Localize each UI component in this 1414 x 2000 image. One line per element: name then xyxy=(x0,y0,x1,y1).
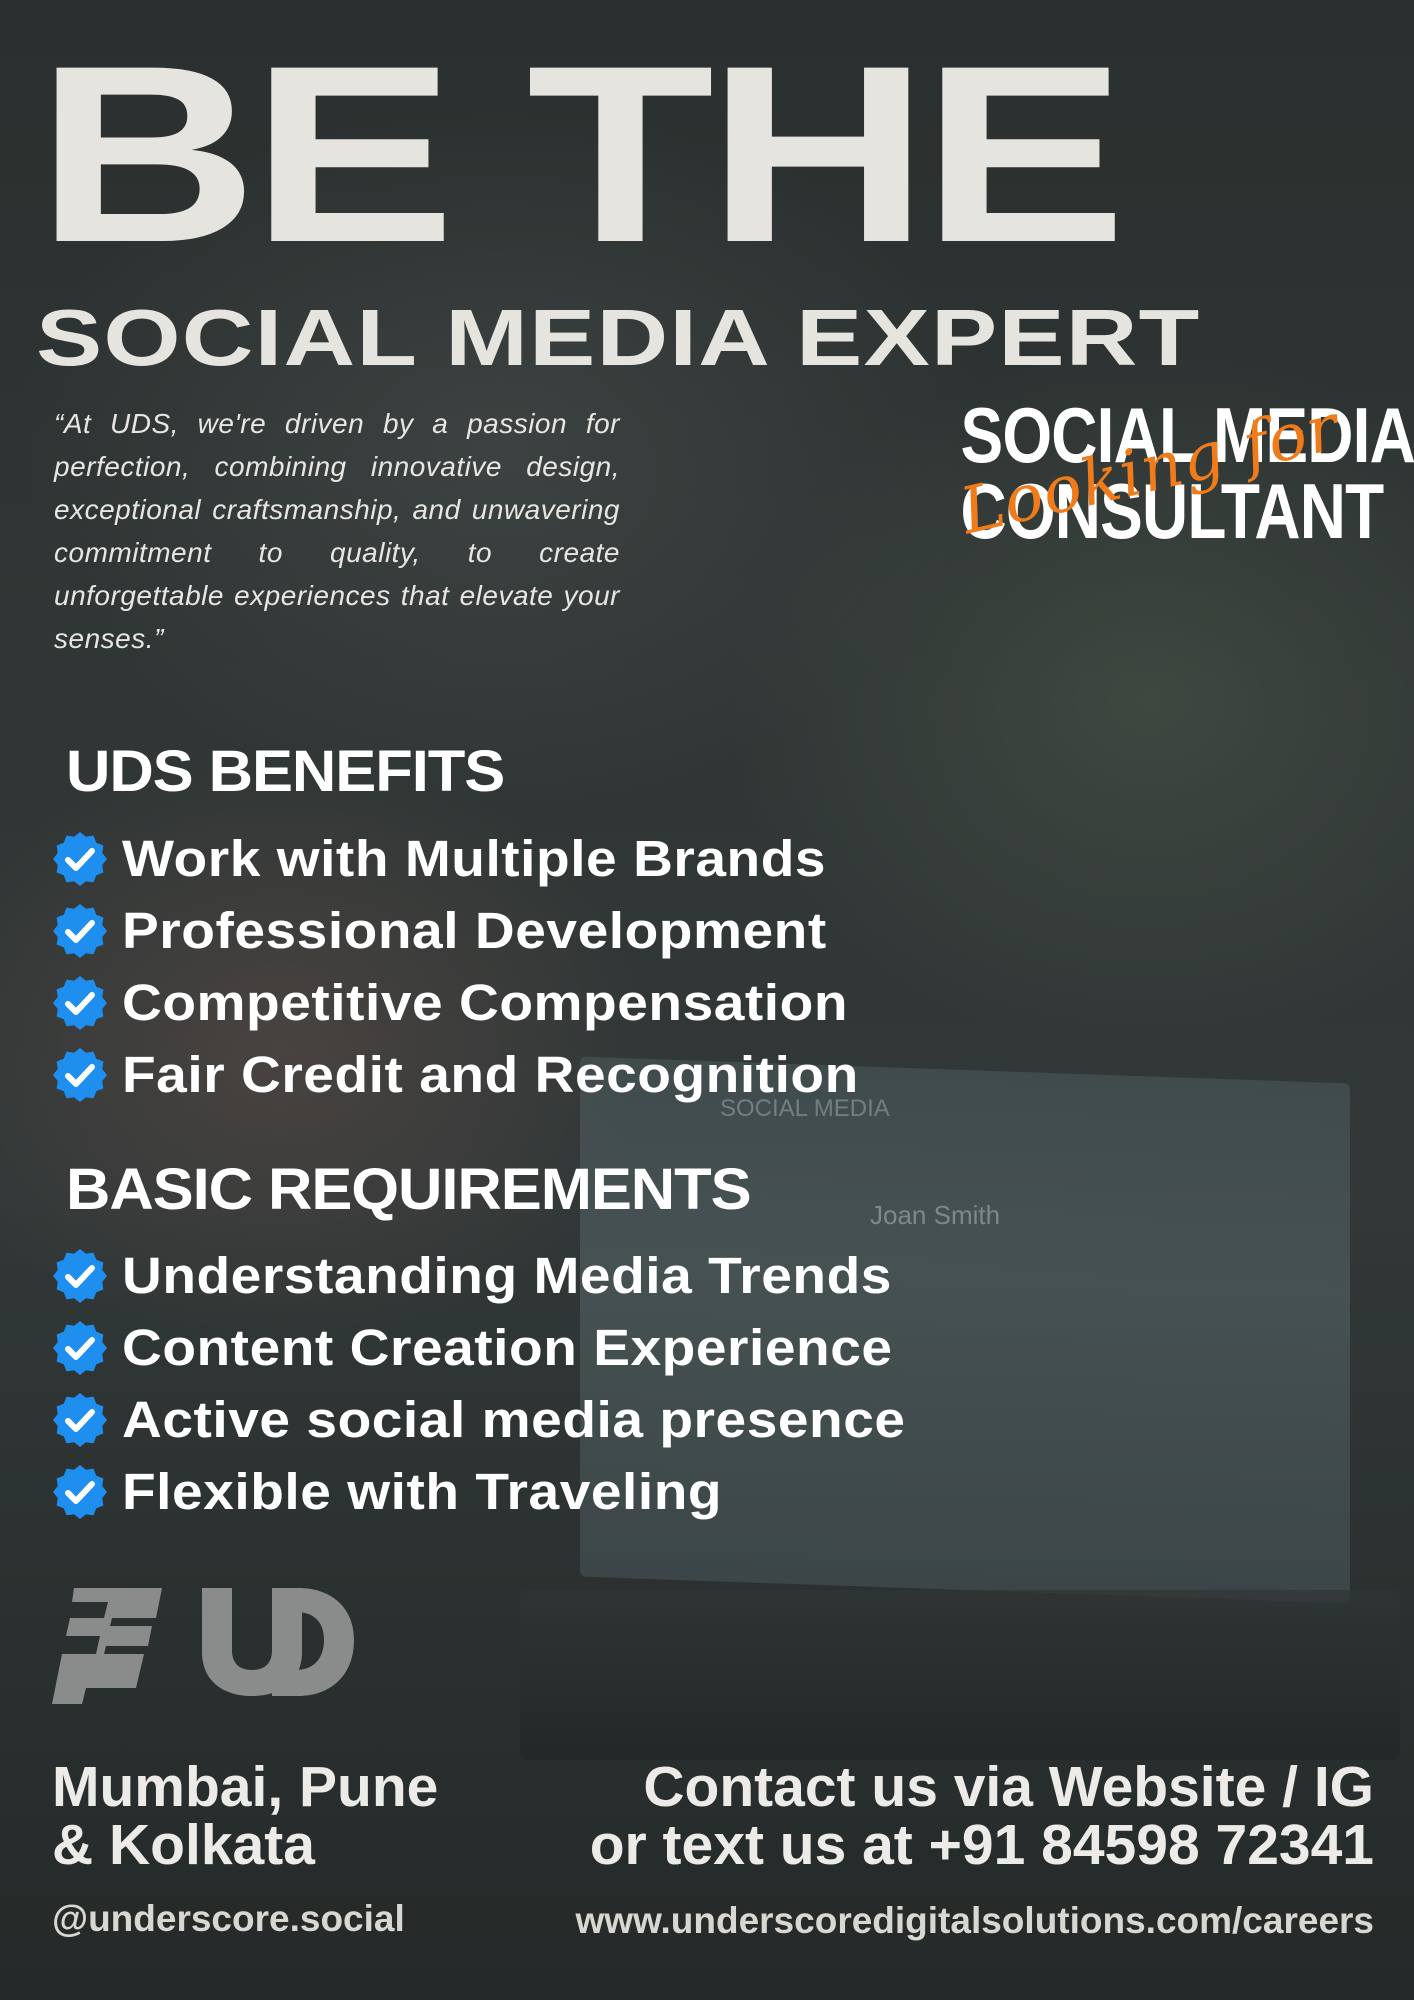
requirement-text: Understanding Media Trends xyxy=(122,1247,892,1304)
contact-line-2: or text us at +91 84598 72341 xyxy=(589,1813,1374,1877)
requirement-text: Active social media presence xyxy=(122,1391,906,1448)
list-item: Professional Development xyxy=(52,895,826,967)
role-callout: SOCIAL MEDIA CONSULTANT Looking for xyxy=(920,391,1414,556)
benefit-text: Fair Credit and Recognition xyxy=(122,1046,859,1103)
list-item: Work with Multiple Brands xyxy=(52,823,826,895)
benefit-text: Competitive Compensation xyxy=(122,974,849,1031)
requirements-title: BASIC REQUIREMENTS xyxy=(66,1157,752,1222)
website-url: www.underscoredigitalsolutions.com/caree… xyxy=(575,1900,1374,1941)
subheadline: SOCIAL MEDIA EXPERT xyxy=(36,293,1201,382)
requirement-text: Flexible with Traveling xyxy=(122,1463,723,1520)
check-badge-icon xyxy=(52,1464,108,1520)
check-badge-icon xyxy=(52,1047,108,1103)
benefits-list: Work with Multiple Brands Professional D… xyxy=(52,823,858,1111)
list-item: Flexible with Traveling xyxy=(52,1456,848,1528)
location-line-1: Mumbai, Pune xyxy=(52,1755,439,1819)
requirements-list: Understanding Media Trends Content Creat… xyxy=(52,1240,905,1528)
headline: BE THE xyxy=(36,14,1127,295)
contact-line-1: Contact us via Website / IG xyxy=(643,1755,1374,1819)
list-item: Content Creation Experience xyxy=(52,1312,892,1384)
check-badge-icon xyxy=(52,1248,108,1304)
check-badge-icon xyxy=(52,975,108,1031)
company-quote: “At UDS, we're driven by a passion for p… xyxy=(54,408,620,654)
benefit-text: Professional Development xyxy=(122,902,827,959)
benefits-title: UDS BENEFITS xyxy=(66,739,505,804)
uds-logo xyxy=(52,1584,362,1704)
check-badge-icon xyxy=(52,1320,108,1376)
location: Mumbai, Pune & Kolkata xyxy=(52,1758,438,1874)
social-handle: @underscore.social xyxy=(52,1898,405,1939)
check-badge-icon xyxy=(52,831,108,887)
list-item: Active social media presence xyxy=(52,1384,905,1456)
check-badge-icon xyxy=(52,1392,108,1448)
check-badge-icon xyxy=(52,903,108,959)
list-item: Understanding Media Trends xyxy=(52,1240,891,1312)
contact-info: Contact us via Website / IG or text us a… xyxy=(590,1758,1374,1874)
list-item: Competitive Compensation xyxy=(52,967,847,1039)
list-item: Fair Credit and Recognition xyxy=(52,1039,858,1111)
location-line-2: & Kolkata xyxy=(52,1813,315,1877)
benefit-text: Work with Multiple Brands xyxy=(122,830,827,887)
requirement-text: Content Creation Experience xyxy=(122,1319,893,1376)
